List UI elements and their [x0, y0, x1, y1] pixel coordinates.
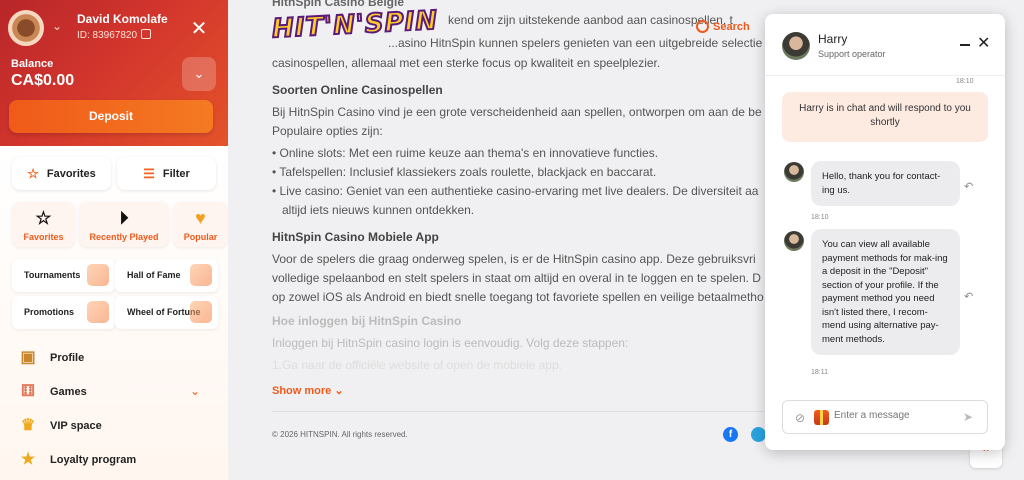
article-heading: Hoe inloggen bij HitnSpin Casino — [272, 314, 462, 328]
operator-avatar — [784, 162, 804, 182]
article-text: casinospellen, allemaal met een sterke f… — [272, 56, 661, 70]
article-text: Bij HitnSpin Casino vind je een grote ve… — [272, 105, 762, 119]
message-time: 18:11 — [811, 369, 828, 376]
tile-label: Recently Played — [89, 232, 159, 242]
article-heading: HitnSpin Casino Mobiele App — [272, 230, 439, 244]
medal-icon — [190, 264, 212, 286]
show-more-link[interactable]: Show more ⌄ — [272, 384, 344, 397]
reply-icon[interactable]: ↶ — [964, 180, 973, 193]
sidebar-item-label: Profile — [50, 352, 85, 364]
gift-icon[interactable] — [814, 410, 829, 425]
article-text: Inloggen bij HitnSpin casino login is ee… — [272, 336, 629, 350]
favorites-button[interactable]: ☆ Favorites — [12, 157, 111, 190]
paperclip-icon[interactable]: ⊘ — [795, 411, 805, 425]
heart-icon: ♥ — [195, 208, 206, 228]
wheel-icon — [190, 301, 212, 323]
tile-popular[interactable]: ♥ Popular — [173, 202, 228, 247]
tile-label: Popular — [183, 232, 218, 242]
message-time: 18:10 — [956, 78, 974, 85]
deposit-button[interactable]: Deposit — [9, 100, 213, 133]
chevron-down-icon: ⌄ — [193, 66, 205, 81]
chest-icon: ▣ — [20, 349, 36, 366]
message-composer: ⊘ ➤ — [782, 400, 988, 434]
filter-label: Filter — [162, 167, 190, 180]
star-icon: ★ — [20, 451, 36, 468]
list-item: • Live casino: Geniet van een authentiek… — [272, 184, 759, 198]
article-text: volledige spelaanbod en stelt spelers in… — [272, 271, 761, 285]
dice-icon: ⚅ — [21, 383, 35, 400]
sidebar: ⌄ David Komolafe ID: 83967820 ✕ Balance … — [0, 0, 228, 480]
minimize-icon[interactable] — [960, 44, 970, 46]
tile-label: Favorites — [23, 232, 64, 242]
sidebar-menu: ☆ Favorites ☰ Filter ☆ Favorites ⏵ Recen… — [0, 146, 228, 480]
avatar[interactable] — [8, 10, 44, 46]
sidebar-item-vip[interactable]: ♛ VIP space — [18, 415, 102, 437]
search-button[interactable]: Search — [696, 20, 750, 33]
user-id: ID: 83967820 — [77, 30, 138, 41]
promo-promotions[interactable]: Promotions — [12, 296, 115, 329]
operator-avatar — [784, 231, 804, 251]
article-text: 1.Ga naar de officiële website of open d… — [272, 358, 562, 372]
filter-button[interactable]: ☰ Filter — [117, 157, 216, 190]
filter-icon: ☰ — [143, 165, 155, 181]
article-text: kend om zijn uitstekende aanbod aan casi… — [448, 13, 733, 27]
operator-message: You can view all available payment metho… — [811, 229, 960, 355]
star-icon: ☆ — [27, 165, 39, 181]
sidebar-item-loyalty[interactable]: ★ Loyalty program — [18, 449, 136, 471]
article-heading: Soorten Online Casinospellen — [272, 83, 443, 97]
close-icon[interactable]: ✕ — [977, 36, 990, 52]
sidebar-item-label: Loyalty program — [50, 454, 137, 466]
message-time: 18:10 — [811, 214, 829, 221]
sidebar-item-games[interactable]: ⚅ Games — [18, 381, 87, 403]
article-text: Voor de spelers die graag onderweg spele… — [272, 252, 756, 266]
promo-label: Hall of Fame — [127, 270, 181, 280]
promo-wheel-of-fortune[interactable]: Wheel of Fortune — [115, 296, 218, 329]
message-input[interactable] — [834, 410, 954, 421]
balance-label: Balance — [11, 58, 54, 70]
article-text: op zowel iOS als Android en biedt snelle… — [272, 290, 764, 304]
play-icon: ⏵ — [119, 208, 129, 228]
list-item: • Online slots: Met een ruime keuze aan … — [272, 146, 659, 160]
promo-hall-of-fame[interactable]: Hall of Fame — [115, 259, 218, 292]
article-text: ...asino HitnSpin kunnen spelers geniete… — [388, 36, 763, 50]
account-panel: ⌄ David Komolafe ID: 83967820 ✕ Balance … — [0, 0, 228, 146]
tile-favorites[interactable]: ☆ Favorites — [12, 202, 75, 247]
chevron-down-icon[interactable]: ⌄ — [52, 19, 62, 33]
system-message: Harry is in chat and will respond to you… — [782, 92, 988, 142]
list-item: altijd iets nieuws kunnen ontdekken. — [282, 203, 475, 217]
gift-icon — [87, 301, 109, 323]
chat-header: Harry Support operator ✕ — [765, 14, 1005, 76]
star-icon: ☆ — [35, 208, 52, 228]
copy-icon[interactable] — [141, 29, 151, 39]
facebook-icon[interactable]: f — [723, 427, 738, 442]
send-icon[interactable]: ➤ — [963, 410, 973, 424]
promo-label: Promotions — [24, 307, 75, 317]
sidebar-item-profile[interactable]: ▣ Profile — [18, 347, 84, 369]
chevron-down-icon[interactable]: ⌄ — [190, 384, 200, 398]
operator-role: Support operator — [818, 49, 886, 59]
user-name: David Komolafe — [77, 12, 168, 26]
telegram-icon[interactable] — [751, 427, 766, 442]
promo-label: Tournaments — [24, 270, 81, 280]
copyright: © 2026 HITNSPIN. All rights reserved. — [272, 430, 408, 439]
list-item: • Tafelspellen: Inclusief klassiekers zo… — [272, 165, 657, 179]
operator-avatar — [782, 32, 810, 60]
article-text: Populaire opties zijn: — [272, 124, 383, 138]
search-label: Search — [713, 20, 750, 33]
promo-tournaments[interactable]: Tournaments — [12, 259, 115, 292]
crown-icon: ♛ — [20, 417, 36, 434]
balance-expand-button[interactable]: ⌄ — [182, 57, 216, 91]
reply-icon[interactable]: ↶ — [964, 290, 973, 303]
sidebar-item-label: Games — [50, 386, 87, 398]
operator-name: Harry — [818, 32, 848, 46]
balance-value: CA$0.00 — [11, 72, 75, 89]
operator-message: Hello, thank you for contact-ing us. — [811, 161, 960, 206]
close-icon[interactable]: ✕ — [190, 19, 208, 39]
trophy-icon — [87, 264, 109, 286]
tile-recently-played[interactable]: ⏵ Recently Played — [79, 202, 169, 247]
support-chat: Harry Support operator ✕ 18:10 Harry is … — [765, 14, 1005, 450]
favorites-label: Favorites — [46, 167, 96, 180]
sidebar-item-label: VIP space — [50, 420, 102, 432]
search-icon — [696, 20, 709, 33]
